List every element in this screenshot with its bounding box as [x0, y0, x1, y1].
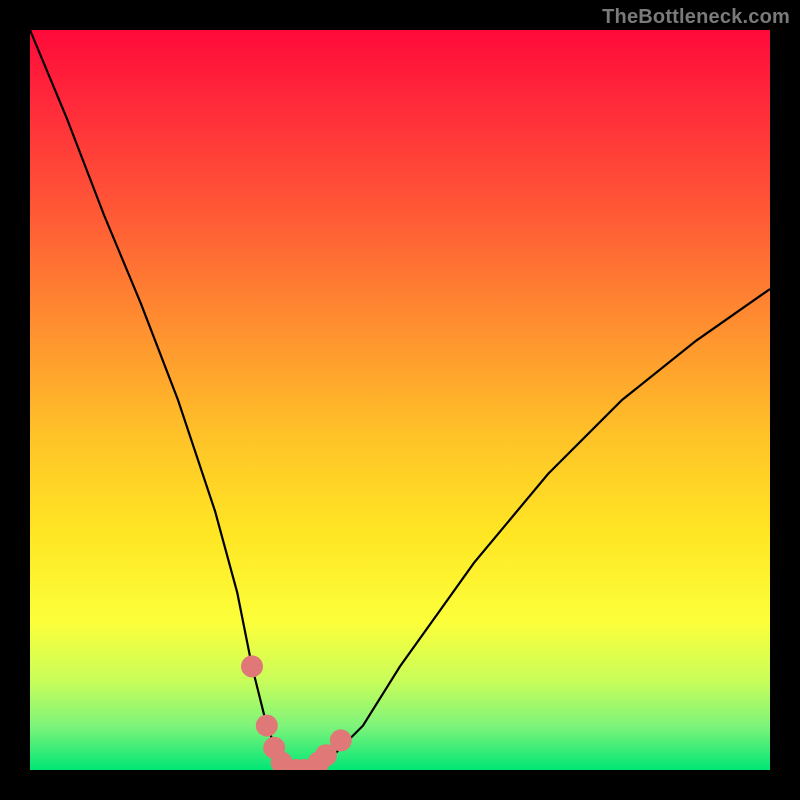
highlight-point — [256, 715, 278, 737]
highlight-point — [241, 655, 263, 677]
chart-stage: TheBottleneck.com — [0, 0, 800, 800]
highlight-markers — [241, 655, 352, 770]
attribution-text: TheBottleneck.com — [602, 6, 790, 29]
highlight-point — [330, 729, 352, 751]
bottleneck-curve — [30, 30, 770, 770]
curve-layer — [30, 30, 770, 770]
plot-area — [30, 30, 770, 770]
